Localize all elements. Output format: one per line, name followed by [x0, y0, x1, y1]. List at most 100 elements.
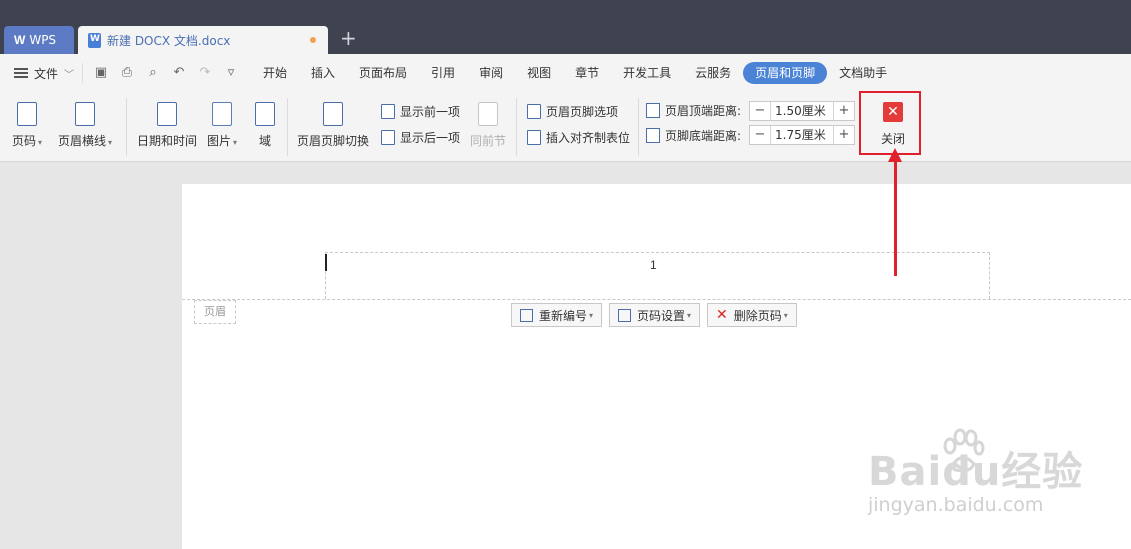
wps-logo-icon: W [14, 33, 26, 47]
footer-bottom-distance-input[interactable]: 1.75厘米 [770, 126, 834, 144]
annotation-arrow-shaft [894, 158, 897, 276]
annotation-arrow-head [888, 148, 902, 162]
decrease-button[interactable]: − [750, 126, 770, 144]
renumber-button[interactable]: 重新编号 ▾ [511, 303, 603, 327]
tab-references[interactable]: 引用 [419, 62, 467, 84]
tab-view[interactable]: 视图 [515, 62, 563, 84]
file-menu[interactable]: 文件 ﹀ [0, 65, 82, 82]
show-next-icon [381, 129, 395, 145]
ribbon-header-footer: 页码 ▾ 页眉横线 ▾ 日期和时间 图片 ▾ 域 页眉页脚切换 显示前一项 显示后一项… [0, 92, 1131, 162]
same-as-previous-icon [478, 102, 498, 126]
title-bar: W WPS 新建 DOCX 文档.docx + [0, 0, 1131, 54]
date-time-button[interactable]: 日期和时间 [137, 102, 197, 149]
same-as-previous-label: 同前节 [470, 134, 507, 148]
header-boundary-line [182, 299, 1131, 300]
menu-bar: 文件 ﹀ ▣ ⎙ ⌕ ↶ ↷ ▿ 开始 插入 页面布局 引用 审阅 视图 章节 … [0, 54, 1131, 92]
same-as-previous-button[interactable]: 同前节 [470, 102, 506, 149]
wps-tab-label: WPS [29, 33, 57, 47]
undo-icon[interactable]: ↶ [171, 65, 187, 81]
tab-developer[interactable]: 开发工具 [611, 62, 683, 84]
ribbon-divider [287, 98, 288, 156]
new-tab-button[interactable]: + [340, 28, 357, 48]
baidu-watermark: Baidu经验 jingyan.baidu.com [868, 452, 1083, 516]
ribbon-divider [638, 98, 639, 156]
show-previous-icon [381, 103, 395, 119]
customize-toolbar-icon[interactable]: ▿ [223, 65, 239, 81]
footer-distance-icon [646, 128, 660, 143]
page-number-icon [17, 102, 38, 126]
header-top-distance-input[interactable]: 1.50厘米 [770, 102, 834, 120]
picture-label: 图片 [207, 134, 232, 148]
header-footer-options-label: 页眉页脚选项 [546, 104, 619, 119]
tab-insert[interactable]: 插入 [299, 62, 347, 84]
page-number-settings-label: 页码设置 [637, 308, 686, 323]
field-icon [255, 102, 275, 126]
chevron-down-icon: ﹀ [64, 69, 75, 81]
watermark-sub: jingyan.baidu.com [868, 494, 1044, 516]
print-preview-icon[interactable]: ⌕ [145, 65, 161, 81]
header-top-distance-stepper: − 1.50厘米 + [749, 101, 855, 121]
switch-header-footer-label: 页眉页脚切换 [297, 134, 370, 148]
tab-cloud-services[interactable]: 云服务 [683, 62, 743, 84]
page-number-settings-icon [618, 308, 631, 322]
show-next-label: 显示后一项 [400, 130, 461, 145]
footer-bottom-distance-label: 页脚底端距离: [646, 127, 741, 144]
watermark-main: Baidu经验 [868, 449, 1084, 495]
field-label: 域 [258, 134, 271, 148]
show-previous-label: 显示前一项 [400, 104, 461, 119]
header-line-button[interactable]: 页眉横线 ▾ [58, 102, 112, 149]
delete-page-number-button[interactable]: ✕ 删除页码 ▾ [707, 303, 797, 327]
ribbon-divider [126, 98, 127, 156]
renumber-label: 重新编号 [539, 308, 588, 323]
header-top-distance-label: 页眉顶端距离: [646, 102, 741, 119]
wps-home-tab[interactable]: W WPS [4, 26, 74, 54]
insert-align-tab-icon [527, 129, 541, 145]
date-time-label: 日期和时间 [137, 134, 198, 148]
header-footer-options-icon [527, 103, 541, 119]
delete-icon: ✕ [716, 307, 728, 323]
tab-sections[interactable]: 章节 [563, 62, 611, 84]
redo-icon[interactable]: ↷ [197, 65, 213, 81]
annotation-highlight-box [859, 91, 921, 155]
text-cursor [325, 254, 327, 271]
header-region[interactable] [325, 252, 990, 299]
footer-bottom-distance-text: 页脚底端距离: [665, 129, 742, 143]
quick-access-toolbar: ▣ ⎙ ⌕ ↶ ↷ ▿ [82, 63, 251, 83]
header-line-icon [75, 102, 96, 126]
document-tab[interactable]: 新建 DOCX 文档.docx [78, 26, 328, 54]
save-icon[interactable]: ▣ [93, 65, 109, 81]
tab-page-layout[interactable]: 页面布局 [347, 62, 419, 84]
header-page-number: 1 [650, 258, 657, 272]
field-button[interactable]: 域 [255, 102, 275, 149]
unsaved-indicator-icon [310, 37, 316, 43]
tab-start[interactable]: 开始 [251, 62, 299, 84]
switch-header-footer-button[interactable]: 页眉页脚切换 [297, 102, 369, 149]
header-tag: 页眉 [194, 300, 236, 324]
switch-header-footer-icon [323, 102, 343, 126]
insert-align-tab-button[interactable]: 插入对齐制表位 [527, 127, 630, 147]
page-number-settings-button[interactable]: 页码设置 ▾ [609, 303, 701, 327]
insert-align-tab-label: 插入对齐制表位 [546, 130, 631, 145]
header-footer-options-button[interactable]: 页眉页脚选项 [527, 101, 618, 121]
picture-button[interactable]: 图片 ▾ [207, 102, 237, 149]
delete-page-number-label: 删除页码 [733, 308, 782, 323]
show-previous-button[interactable]: 显示前一项 [381, 101, 460, 121]
tab-header-footer[interactable]: 页眉和页脚 [743, 62, 828, 84]
ribbon-tabs: 开始 插入 页面布局 引用 审阅 视图 章节 开发工具 云服务 页眉和页脚 文档… [251, 62, 899, 84]
renumber-icon [520, 308, 533, 322]
increase-button[interactable]: + [834, 102, 854, 120]
word-doc-icon [88, 32, 101, 48]
hamburger-icon [14, 68, 28, 78]
print-icon[interactable]: ⎙ [119, 65, 135, 81]
file-menu-label: 文件 [34, 66, 59, 81]
page-number-button[interactable]: 页码 ▾ [12, 102, 42, 149]
tab-review[interactable]: 审阅 [467, 62, 515, 84]
tab-doc-assistant[interactable]: 文档助手 [827, 62, 899, 84]
document-tab-label: 新建 DOCX 文档.docx [107, 33, 231, 48]
page-number-label: 页码 [12, 134, 37, 148]
footer-bottom-distance-stepper: − 1.75厘米 + [749, 125, 855, 145]
calendar-icon [157, 102, 177, 126]
decrease-button[interactable]: − [750, 102, 770, 120]
increase-button[interactable]: + [834, 126, 854, 144]
show-next-button[interactable]: 显示后一项 [381, 127, 460, 147]
